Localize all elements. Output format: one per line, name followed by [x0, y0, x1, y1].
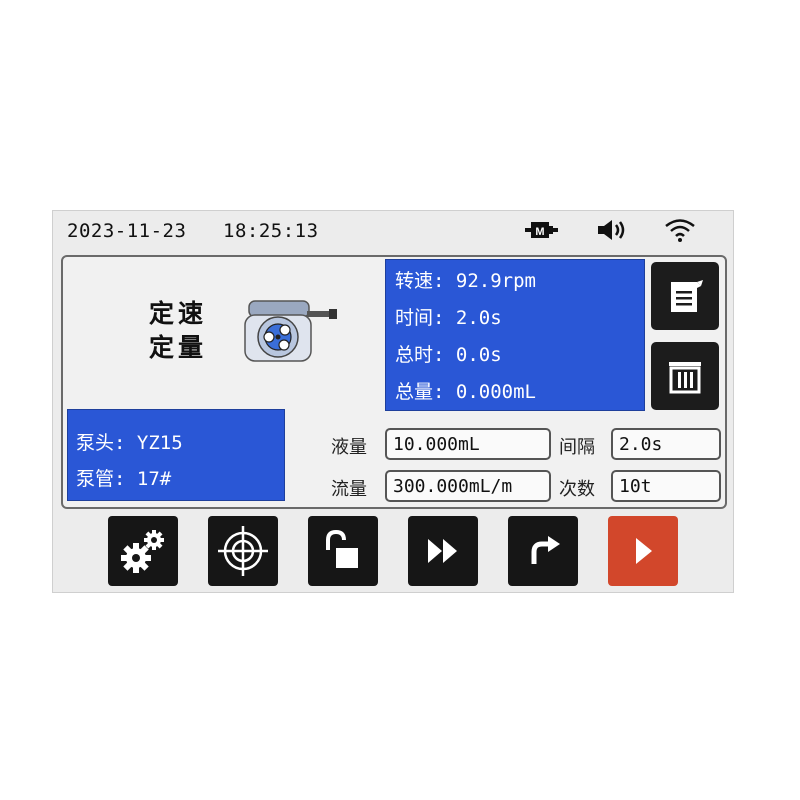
pump-head-row: 泵头: YZ15 [76, 428, 183, 455]
play-icon [636, 538, 652, 564]
fast-forward-icon [428, 539, 457, 563]
motor-icon: M [523, 217, 559, 247]
run-info-panel: 转速: 92.9rpm 时间: 2.0s 总时: 0.0s 总量: 0.000m… [385, 259, 645, 411]
flow-field[interactable]: 300.000mL/m [385, 470, 551, 502]
start-button[interactable] [608, 516, 678, 586]
interval-field[interactable]: 2.0s [611, 428, 721, 460]
speed-label: 转速: [395, 270, 445, 292]
settings-gears-icon [121, 530, 164, 573]
total-time-row: 总时: 0.0s [395, 340, 502, 367]
pump-config-panel: 泵头: YZ15 泵管: 17# [67, 409, 285, 501]
pump-head-icon [239, 297, 339, 371]
total-time-value: 0.0s [455, 344, 502, 366]
trash-icon [669, 362, 701, 394]
pump-tube-row: 泵管: 17# [76, 464, 171, 491]
calibrate-target-icon [218, 526, 268, 576]
status-bar: 2023-11-23 18:25:13 M [53, 211, 733, 251]
pump-head-label: 泵头: [76, 432, 126, 454]
flow-label: 流量 [331, 479, 367, 500]
lock-button[interactable] [308, 516, 378, 586]
total-volume-value: 0.000mL [455, 381, 536, 403]
mode-label: 定速 定量 [149, 297, 207, 365]
count-field[interactable]: 10t [611, 470, 721, 502]
total-volume-row: 总量: 0.000mL [395, 377, 536, 404]
document-icon [671, 280, 703, 312]
unlock-icon [326, 529, 358, 568]
delete-button[interactable] [651, 342, 719, 410]
pump-tube-label: 泵管: [76, 468, 126, 490]
reverse-button[interactable] [508, 516, 578, 586]
mode-line-volume: 定量 [149, 333, 208, 362]
count-label: 次数 [559, 479, 595, 500]
file-button[interactable] [651, 262, 719, 330]
wifi-icon [663, 217, 697, 247]
time-value: 2.0s [455, 307, 502, 329]
pump-head-value: YZ15 [136, 432, 183, 454]
calibrate-button[interactable] [208, 516, 278, 586]
fast-forward-button[interactable] [408, 516, 478, 586]
main-panel: 定速 定量 转速: 92.9rpm 时间: 2.0s 总时: 0.0s 总量: … [61, 255, 727, 509]
speed-value: 92.9rpm [455, 270, 536, 292]
total-time-label: 总时: [395, 344, 445, 366]
motor-badge: M [535, 226, 544, 238]
speaker-icon [596, 217, 630, 247]
time-label: 时间: [395, 307, 445, 329]
mode-line-speed: 定速 [149, 299, 208, 328]
settings-button[interactable] [108, 516, 178, 586]
volume-label: 液量 [331, 437, 367, 458]
volume-field[interactable]: 10.000mL [385, 428, 551, 460]
pump-tube-value: 17# [136, 468, 172, 490]
pump-screen: 2023-11-23 18:25:13 M 定速 定量 转速: 92.9rpm … [52, 210, 734, 593]
total-volume-label: 总量: [395, 381, 445, 403]
speed-row: 转速: 92.9rpm [395, 266, 536, 293]
bottom-toolbar [53, 516, 733, 592]
reverse-icon [531, 536, 560, 564]
status-time: 18:25:13 [223, 220, 319, 242]
time-row: 时间: 2.0s [395, 303, 502, 330]
status-date: 2023-11-23 [67, 220, 187, 242]
interval-label: 间隔 [559, 437, 595, 458]
